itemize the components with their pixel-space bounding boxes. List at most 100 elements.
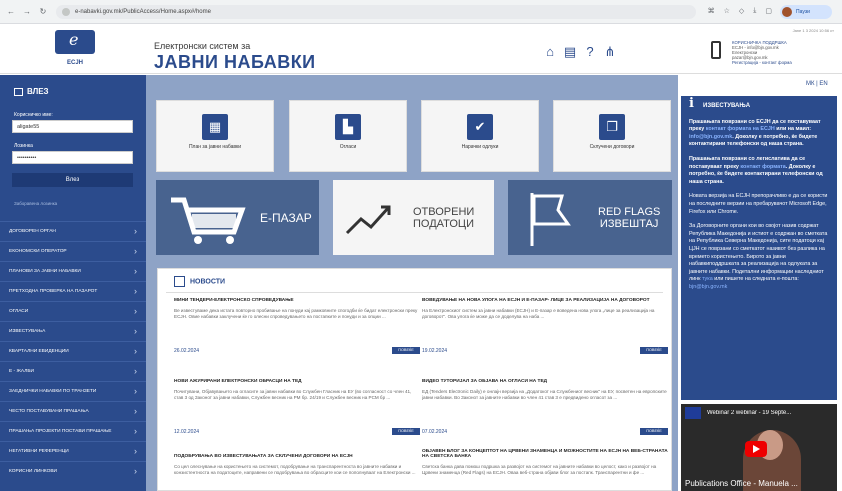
menu-item-ask-question[interactable]: ПРАШАЊА ПРОЈЕКТИ ПОСТАВИ ПРАШАЊЕ: [0, 421, 146, 441]
menu-item-quarterly-records[interactable]: КВАРТАЛНИ ЕВИДЕНЦИИ: [0, 341, 146, 361]
tile-decisions[interactable]: ✔ Нарачки одлуки: [421, 100, 539, 172]
cart-icon: [171, 197, 246, 244]
calendar-icon: ▦: [202, 114, 228, 140]
contact-form-link[interactable]: контакт формата на ЕСЈН: [706, 126, 775, 132]
reload-icon[interactable]: ↻: [38, 7, 48, 17]
menu-item-economic-operator[interactable]: ЕКОНОМСКИ ОПЕРАТОР: [0, 241, 146, 261]
star-icon[interactable]: ☆: [724, 7, 730, 15]
download-icon[interactable]: ⤓: [753, 7, 756, 15]
sidebar-menu: ДОГОВОРЕН ОРГАН ЕКОНОМСКИ ОПЕРАТОР ПЛАНО…: [0, 221, 146, 481]
menu-item-procurement-plans[interactable]: ПЛАНОВИ ЗА ЈАВНИ НАБАВКИ: [0, 261, 146, 281]
menu-item-notices[interactable]: ОГЛАСИ: [0, 301, 146, 321]
tile-notices[interactable]: ▙ Огласи: [289, 100, 407, 172]
banner-open-data[interactable]: ОТВОРЕНИ ПОДАТОЦИ: [333, 180, 494, 255]
more-button[interactable]: ПОВЕЌЕ: [392, 428, 420, 435]
site-info-icon[interactable]: [62, 8, 70, 16]
folder-check-icon: ✔: [467, 114, 493, 140]
news-heading: НОВОСТИ: [174, 276, 225, 287]
news-item-title[interactable]: МИНИ ТЕНДЕРИ-ЕЛЕКТРОНСКО СПРОВЕДУВАЊЕ: [174, 298, 420, 303]
tile-label: Склучени договори: [589, 144, 635, 150]
tile-contracts[interactable]: ❐ Склучени договори: [553, 100, 671, 172]
notice-paragraph-3: Новата верзија на ЕСЈН препорачливо е да…: [689, 193, 828, 215]
back-icon[interactable]: ←: [6, 7, 16, 17]
news-item-title[interactable]: ОБЈАВЕН БЛОГ ЗА КОНЦЕПТОТ НА ЦРВЕНИ ЗНАМ…: [422, 449, 668, 459]
more-button[interactable]: ПОВЕЌЕ: [640, 347, 668, 354]
tile-label: Огласи: [339, 144, 357, 150]
bjn-email-link[interactable]: bjn@bjn.gov.mk: [689, 284, 727, 290]
address-bar[interactable]: e-nabavki.gov.mk/PublicAccess/Home.aspx#…: [56, 5, 696, 19]
notice-paragraph-1: Прашањата поврзани со ЕСЈН да се поставу…: [689, 118, 821, 148]
menu-item-e-appeals[interactable]: Е - ЖАЛБИ: [0, 361, 146, 381]
trend-chart-icon: [345, 205, 391, 234]
language-switch[interactable]: МК | EN: [806, 81, 828, 87]
profile-button[interactable]: Паузи: [780, 5, 832, 19]
login-title-text: ВЛЕЗ: [27, 87, 49, 96]
tile-label: План за јавни набавки: [188, 144, 242, 150]
menu-item-market-check[interactable]: ПРЕТХОДНА ПРОВЕРКА НА ПАЗАРОТ: [0, 281, 146, 301]
support-form-link[interactable]: Регистрација - контакт форма: [732, 60, 792, 65]
notices-panel: ИЗВЕСТУВАЊА Прашањата поврзани со ЕСЈН д…: [681, 96, 837, 400]
news-item-text: Светска банка дава помош подршка за разв…: [422, 464, 657, 475]
timestamp: Jane 1 3 2024 10:56 ст: [792, 28, 834, 33]
news-item-date: 07.02.2024: [422, 429, 448, 435]
news-item-title[interactable]: НОВИ АЖУРИРАНИ ЕЛЕКТРОНСКИ ОБРАСЦИ НА ТЕ…: [174, 379, 420, 384]
news-panel: НОВОСТИ МИНИ ТЕНДЕРИ-ЕЛЕКТРОНСКО СПРОВЕД…: [157, 268, 672, 491]
notice-paragraph-2: Прашањата поврзани со легислатива да се …: [689, 155, 823, 185]
document-icon: ▙: [335, 114, 361, 140]
translate-icon[interactable]: ⌘: [708, 7, 715, 15]
password-input[interactable]: ••••••••••: [12, 151, 133, 164]
news-item-text: Ве известуваме дека истата повторно проб…: [174, 308, 418, 319]
news-item: ОБЈАВЕН БЛОГ ЗА КОНЦЕПТОТ НА ЦРВЕНИ ЗНАМ…: [422, 449, 668, 488]
news-item-date: 19.02.2024: [422, 348, 448, 354]
flag-icon: [530, 192, 571, 246]
header-icons: ⌂ ▤ ? ⋔: [543, 45, 617, 59]
more-button[interactable]: ПОВЕЌЕ: [392, 347, 420, 354]
menu-item-joint-procurement[interactable]: ЗАЕДНИЧКИ НАБАВКИ ПО ТРАНЗЕТИ: [0, 381, 146, 401]
here-link[interactable]: тука: [702, 276, 713, 282]
notices-title: ИЗВЕСТУВАЊА: [689, 100, 829, 111]
login-icon: [14, 87, 23, 96]
menu-item-contracting-authority[interactable]: ДОГОВОРЕН ОРГАН: [0, 221, 146, 241]
contract-icon: ❐: [599, 114, 625, 140]
banner-red-flags[interactable]: RED FLAGS ИЗВЕШТАЈ: [508, 180, 672, 255]
tile-procurement-plan[interactable]: ▦ План за јавни набавки: [156, 100, 274, 172]
play-icon[interactable]: [745, 441, 767, 457]
menu-item-notifications[interactable]: ИЗВЕСТУВАЊА: [0, 321, 146, 341]
menu-item-useful-links[interactable]: КОРИСНИ ЛИНКОВИ: [0, 461, 146, 481]
news-item-title[interactable]: ВОВЕДУВАЊЕ НА НОВА УЛОГА НА ЕСЈН И Е-ПАЗ…: [422, 298, 668, 303]
video-player[interactable]: Webinar 2 webinar - 19 Septe... Publicat…: [681, 404, 837, 491]
notice-paragraph-4: За Договорните органи кои во својот нази…: [689, 223, 828, 290]
more-button[interactable]: ПОВЕЌЕ: [640, 428, 668, 435]
forgot-password-link[interactable]: Заборавена лозинка: [14, 201, 57, 206]
banner-epazar[interactable]: Е-ПАЗАР: [156, 180, 319, 255]
help-icon[interactable]: ?: [583, 45, 597, 59]
news-item-title[interactable]: ВИДЕО ТУТОРИЈАЛ ЗА ОБЈАВА НА ОГЛАСИ НА Т…: [422, 379, 668, 384]
support-contact: КОРИСНИЧКА ПОДДРШКА ЕСЈН - info@bjn.gov.…: [732, 40, 792, 65]
sitemap-icon[interactable]: ⋔: [603, 45, 617, 59]
home-icon[interactable]: ⌂: [543, 45, 557, 59]
profile-label: Паузи: [796, 9, 810, 15]
login-button[interactable]: Влез: [12, 173, 133, 187]
news-item-title[interactable]: ПОДОБРУВАЊА ВО ИЗВЕСТУВАЊАТА ЗА СКЛУЧЕНИ…: [174, 454, 420, 459]
video-title: Webinar 2 webinar - 19 Septe...: [707, 410, 792, 416]
video-channel: Publications Office - Manuela ...: [685, 479, 798, 488]
menu-item-negative-references[interactable]: НЕГАТИВНИ РЕФЕРЕНЦИ: [0, 441, 146, 461]
eu-logo-icon: [685, 407, 701, 419]
menu-item-faq[interactable]: ЧЕСТО ПОСТАВУВАНИ ПРАШАЊА: [0, 401, 146, 421]
news-item-date: 26.02.2024: [174, 348, 200, 354]
browser-toolbar: ← → ↻ e-nabavki.gov.mk/PublicAccess/Home…: [0, 0, 842, 24]
news-item-text: ЕД (Tenders Electronic Daily) е онлајн в…: [422, 389, 667, 400]
extensions-icon[interactable]: ◇: [739, 7, 744, 15]
login-title: ВЛЕЗ: [14, 87, 49, 96]
inbox-icon[interactable]: ▤: [563, 45, 577, 59]
username-input[interactable]: aligate55: [12, 120, 133, 133]
sidepanel-icon[interactable]: ▢: [765, 7, 772, 15]
logo-mark-icon: [55, 30, 95, 54]
logo-text: ЕСЈН: [66, 60, 83, 66]
red-flags-line2: ИЗВЕШТАЈ: [599, 217, 659, 230]
forward-icon[interactable]: →: [22, 7, 32, 17]
info-email-link[interactable]: info@bjn.gov.mk: [689, 134, 732, 140]
site-logo[interactable]: ЕСЈН: [46, 30, 104, 74]
site-subtitle: Електронски систем за: [154, 41, 251, 51]
legislation-form-link[interactable]: контакт формата: [740, 164, 785, 170]
